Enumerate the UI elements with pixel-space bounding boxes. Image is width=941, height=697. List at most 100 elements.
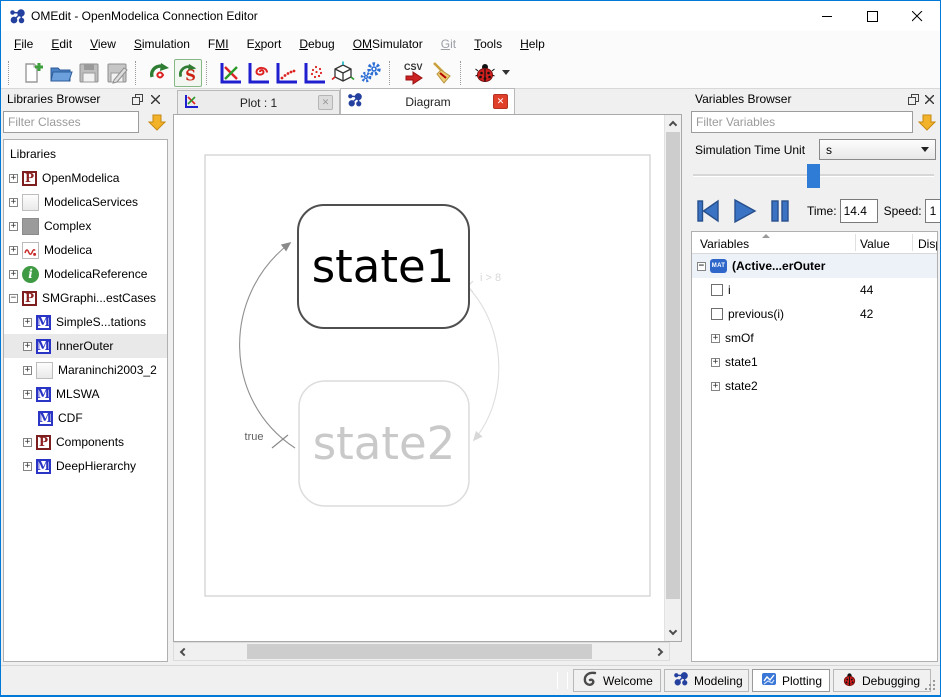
library-item-complex[interactable]: +Complex [4,214,167,238]
filter-classes-input[interactable] [3,111,139,133]
new-array-parametric-plot-window-button[interactable] [301,59,329,87]
library-item-components[interactable]: +PComponents [4,430,167,454]
menu-git[interactable]: Git [432,33,465,55]
save-as-button[interactable] [103,59,131,87]
new-array-plot-window-button[interactable] [273,59,301,87]
float-panel-icon[interactable] [906,92,920,106]
expander-icon[interactable]: + [23,438,32,447]
filter-variables-input[interactable] [691,111,913,133]
libraries-root[interactable]: Libraries [4,142,167,166]
maximize-button[interactable] [850,1,895,31]
menu-debug[interactable]: Debug [290,33,343,55]
plot-variable-checkbox[interactable] [711,308,723,320]
menu-fmi[interactable]: FMI [199,33,238,55]
close-panel-icon[interactable] [922,92,936,106]
expander-icon[interactable]: + [711,382,720,391]
time-input[interactable] [840,199,878,223]
float-panel-icon[interactable] [130,92,144,106]
menu-omsimulator[interactable]: OMSimulator [344,33,432,55]
scroll-up-icon[interactable] [665,115,681,132]
expander-icon[interactable]: + [9,246,18,255]
welcome-perspective-button[interactable]: Welcome [573,669,661,692]
minimize-button[interactable] [805,1,850,31]
expander-icon[interactable]: + [23,342,32,351]
plotting-perspective-button[interactable]: Plotting [752,669,830,692]
menu-export[interactable]: Export [238,33,291,55]
rewind-button[interactable] [693,195,723,227]
debug-button[interactable] [471,59,499,87]
plot-variable-checkbox[interactable] [711,284,723,296]
scroll-right-icon[interactable] [652,643,669,660]
3d-visualization-button[interactable] [329,59,357,87]
close-panel-icon[interactable] [148,92,162,106]
menu-view[interactable]: View [81,33,125,55]
filter-scroll-arrow-icon[interactable] [148,113,166,131]
scroll-down-icon[interactable] [665,624,681,641]
play-button[interactable] [729,195,759,227]
library-item-cdf[interactable]: MCDF [4,406,167,430]
debugging-perspective-button[interactable]: Debugging [833,669,931,692]
menu-help[interactable]: Help [511,33,554,55]
expander-icon[interactable]: + [9,174,18,183]
expander-icon[interactable]: − [9,294,18,303]
library-item-deephierarchy[interactable]: +MDeepHierarchy [4,454,167,478]
expander-icon[interactable]: + [711,334,720,343]
clean-button[interactable] [428,59,456,87]
plot-tab-close-icon[interactable]: ✕ [318,95,333,110]
variable-row-state2[interactable]: +state2 [692,374,937,398]
menu-simulation[interactable]: Simulation [125,33,199,55]
tab-diagram[interactable]: Diagram ✕ [340,88,515,114]
re-simulate-setup-button[interactable]: S [174,59,202,87]
variable-row-state1[interactable]: +state1 [692,350,937,374]
resize-grip[interactable] [925,680,937,692]
menu-edit[interactable]: Edit [42,33,81,55]
column-separator[interactable] [855,234,856,251]
library-item-maraninchi2003-2[interactable]: +Maraninchi2003_2 [4,358,167,382]
library-item-openmodelica[interactable]: +POpenModelica [4,166,167,190]
save-button[interactable] [75,59,103,87]
diagram-canvas[interactable]: true i > 8 state1 state2 [173,114,682,642]
debug-dropdown-arrow[interactable] [502,70,510,75]
open-model-button[interactable] [47,59,75,87]
expander-icon[interactable]: + [23,318,32,327]
library-item-mlswa[interactable]: +MMLSWA [4,382,167,406]
variable-row-active-erouter[interactable]: −MAT(Active...erOuter [692,254,937,278]
new-modelica-class-button[interactable] [19,59,47,87]
diagram-tab-close-icon[interactable]: ✕ [493,94,508,109]
vertical-scroll-thumb[interactable] [666,132,680,599]
pause-button[interactable] [765,195,795,227]
modeling-perspective-button[interactable]: Modeling [664,669,749,692]
library-item-smgraphi-estcases[interactable]: −PSMGraphi...estCases [4,286,167,310]
library-item-innerouter[interactable]: +MInnerOuter [4,334,167,358]
variable-row-smof[interactable]: +smOf [692,326,937,350]
expander-icon[interactable]: + [23,462,32,471]
expander-icon[interactable]: + [9,222,18,231]
new-plot-window-button[interactable] [217,59,245,87]
new-parametric-plot-window-button[interactable] [245,59,273,87]
library-item-simples-tations[interactable]: +MSimpleS...tations [4,310,167,334]
scroll-left-icon[interactable] [174,643,191,660]
transition-state1-to-state2[interactable] [468,287,499,440]
expander-icon[interactable]: + [9,270,18,279]
library-item-modelica[interactable]: +Modelica [4,238,167,262]
expander-icon[interactable]: + [23,366,32,375]
filter-scroll-arrow-icon[interactable] [918,113,936,131]
title-bar[interactable]: OMEdit - OpenModelica Connection Editor [1,1,940,31]
expander-icon[interactable]: + [711,358,720,367]
library-item-modelicaservices[interactable]: +ModelicaServices [4,190,167,214]
time-unit-combobox[interactable]: s [819,139,936,160]
time-slider-thumb[interactable] [807,164,820,188]
expander-icon[interactable]: + [9,198,18,207]
horizontal-scrollbar[interactable] [173,642,670,661]
menu-file[interactable]: File [5,33,42,55]
variable-row-previous-i[interactable]: previous(i)42 [692,302,937,326]
expander-icon[interactable]: + [23,390,32,399]
close-button[interactable] [895,1,940,31]
library-item-modelicareference[interactable]: +iModelicaReference [4,262,167,286]
vertical-scrollbar[interactable] [664,115,681,641]
variable-row-i[interactable]: i44 [692,278,937,302]
expander-icon[interactable]: − [697,262,706,271]
menu-tools[interactable]: Tools [465,33,511,55]
variables-tree-header[interactable]: Variables Value Displ [692,232,937,254]
transition-state2-to-state1[interactable] [240,243,295,448]
